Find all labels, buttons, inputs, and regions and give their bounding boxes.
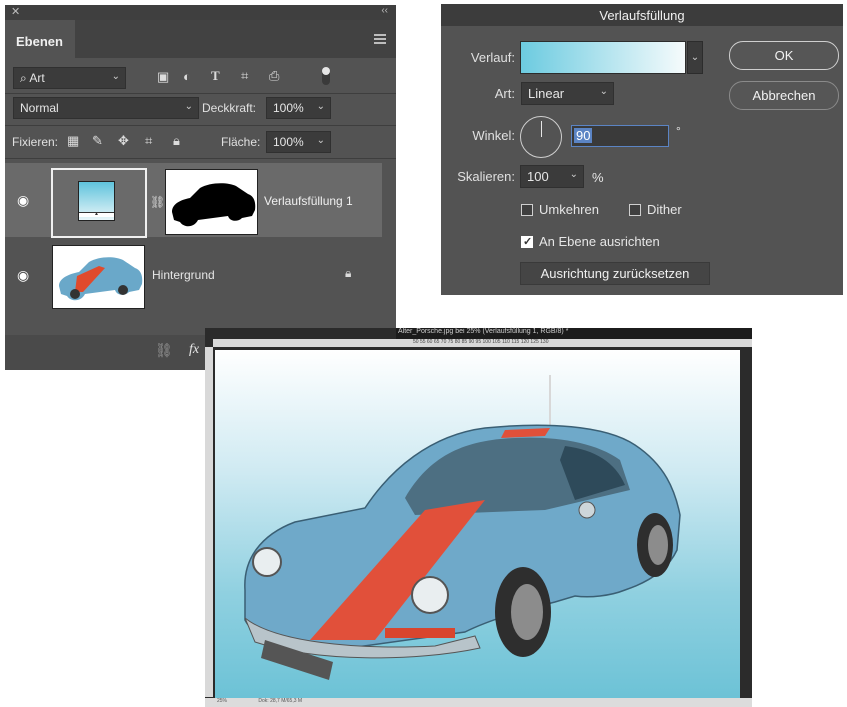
lock-brush-icon[interactable]: ✎ <box>92 133 103 149</box>
panel-menu-icon[interactable] <box>374 34 386 46</box>
scale-unit: % <box>592 170 604 185</box>
scale-label: Skalieren: <box>457 169 515 184</box>
dither-checkbox[interactable] <box>629 204 641 216</box>
cancel-button[interactable]: Abbrechen <box>729 81 839 110</box>
opacity-field[interactable]: 100% ⌄ <box>266 97 331 119</box>
scale-value: 100 <box>527 169 549 184</box>
filter-dropdown[interactable]: ⌕ Art ⌄ <box>13 67 126 89</box>
style-value: Linear <box>528 86 565 101</box>
canvas-artwork[interactable] <box>215 350 740 699</box>
status-document-size: Dok: 28,7 M/65,3 M <box>258 698 303 704</box>
search-icon: ⌕ <box>20 71 27 85</box>
shape-filter-icon[interactable]: ⌗ <box>241 68 248 84</box>
porsche-car-image <box>244 375 681 680</box>
fill-field[interactable]: 100% ⌄ <box>266 131 331 153</box>
opacity-value: 100% <box>273 101 304 115</box>
opacity-label: Deckkraft: <box>202 101 257 115</box>
lock-transparency-icon[interactable]: ▦ <box>67 133 79 149</box>
layer-mask-thumbnail[interactable] <box>165 169 258 235</box>
angle-unit: ° <box>676 124 681 138</box>
lock-icon: 🔒︎ <box>345 266 352 280</box>
type-filter-icon[interactable]: T <box>211 68 220 84</box>
angle-value: 90 <box>574 128 593 143</box>
eye-icon[interactable]: ◉ <box>17 192 29 209</box>
fx-icon[interactable]: fx <box>189 342 199 358</box>
background-thumbnail[interactable] <box>52 245 145 309</box>
tab-ebenen[interactable]: Ebenen <box>5 20 75 58</box>
reset-alignment-button[interactable]: Ausrichtung zurücksetzen <box>520 262 710 285</box>
chevron-down-icon: ⌄ <box>111 71 120 82</box>
document-tab-title[interactable]: Alter_Porsche.jpg bei 25% (Verlaufsfüllu… <box>396 328 752 339</box>
status-bar: 25% Dok: 28,7 M/65,3 M <box>205 698 752 707</box>
close-icon[interactable]: ✕ <box>11 5 20 18</box>
chevron-down-icon: ⌄ <box>569 169 578 180</box>
panel-tabs: Ebenen <box>5 20 396 58</box>
scale-field[interactable]: 100 ⌄ <box>520 165 584 188</box>
dialog-title: Verlaufsfüllung <box>441 4 843 26</box>
ruler-vertical[interactable] <box>205 347 213 697</box>
chain-link-icon[interactable]: ⛓︎ <box>150 195 165 209</box>
chevron-down-icon: ⌄ <box>316 135 325 146</box>
angle-dial[interactable] <box>520 116 562 158</box>
layers-panel: ✕ ‹‹ Ebenen ⌕ Art ⌄ ▣ ◐ T ⌗ ⎙ Normal ⌄ D… <box>5 5 396 370</box>
fill-label: Fläche: <box>221 135 261 149</box>
chevron-down-icon: ⌄ <box>184 101 193 112</box>
angle-label: Winkel: <box>472 128 515 143</box>
lock-artboard-icon[interactable]: ⌗ <box>145 133 152 149</box>
ruler-ticks: 50 55 60 65 70 75 80 85 90 95 100 105 11… <box>413 339 549 345</box>
gradient-label: Verlauf: <box>470 50 515 65</box>
filter-label: Art <box>29 71 45 85</box>
document-window: Alter_Porsche.jpg bei 25% (Verlaufsfüllu… <box>205 328 752 707</box>
fill-value: 100% <box>273 135 304 149</box>
ok-button[interactable]: OK <box>729 41 839 70</box>
lock-label: Fixieren: <box>12 135 59 149</box>
lock-position-icon[interactable]: ✥ <box>118 133 129 149</box>
adjustment-filter-icon[interactable]: ◐ <box>183 69 191 84</box>
gradient-fill-dialog: Verlaufsfüllung Verlauf: ⌄ OK Abbrechen … <box>441 4 843 295</box>
blend-mode-value: Normal <box>20 101 59 115</box>
reverse-checkbox[interactable] <box>521 204 533 216</box>
collapse-icon[interactable]: ‹‹ <box>381 5 388 16</box>
style-label: Art: <box>494 86 515 101</box>
style-dropdown[interactable]: Linear ⌄ <box>521 82 614 105</box>
align-with-layer-checkbox[interactable] <box>521 235 533 248</box>
layer-name-gradient[interactable]: Verlaufsfüllung 1 <box>264 194 353 208</box>
eye-icon[interactable]: ◉ <box>17 267 29 284</box>
layer-name-background[interactable]: Hintergrund <box>152 268 215 282</box>
chevron-down-icon: ⌄ <box>316 101 325 112</box>
blend-mode-dropdown[interactable]: Normal ⌄ <box>13 97 199 119</box>
gradient-fill-thumbnail[interactable]: ▲ <box>78 181 115 221</box>
smartobject-filter-icon[interactable]: ⎙ <box>269 68 279 84</box>
link-icon[interactable]: ⛓︎ <box>155 342 173 359</box>
image-filter-icon[interactable]: ▣ <box>157 69 169 85</box>
dither-label[interactable]: Dither <box>647 202 682 217</box>
panel-titlebar: ✕ ‹‹ <box>5 5 396 20</box>
filter-toggle[interactable] <box>322 67 330 85</box>
status-zoom[interactable]: 25% <box>217 698 227 704</box>
lock-all-icon[interactable]: 🔒︎ <box>173 133 180 149</box>
ruler-horizontal[interactable]: 50 55 60 65 70 75 80 85 90 95 100 105 11… <box>213 339 752 347</box>
align-with-layer-label[interactable]: An Ebene ausrichten <box>539 234 660 249</box>
reverse-label[interactable]: Umkehren <box>539 202 599 217</box>
chevron-down-icon: ⌄ <box>599 86 608 97</box>
gradient-picker-chevron-icon[interactable]: ⌄ <box>687 41 703 74</box>
gradient-preview[interactable] <box>520 41 686 74</box>
angle-input[interactable]: 90 <box>571 125 669 147</box>
